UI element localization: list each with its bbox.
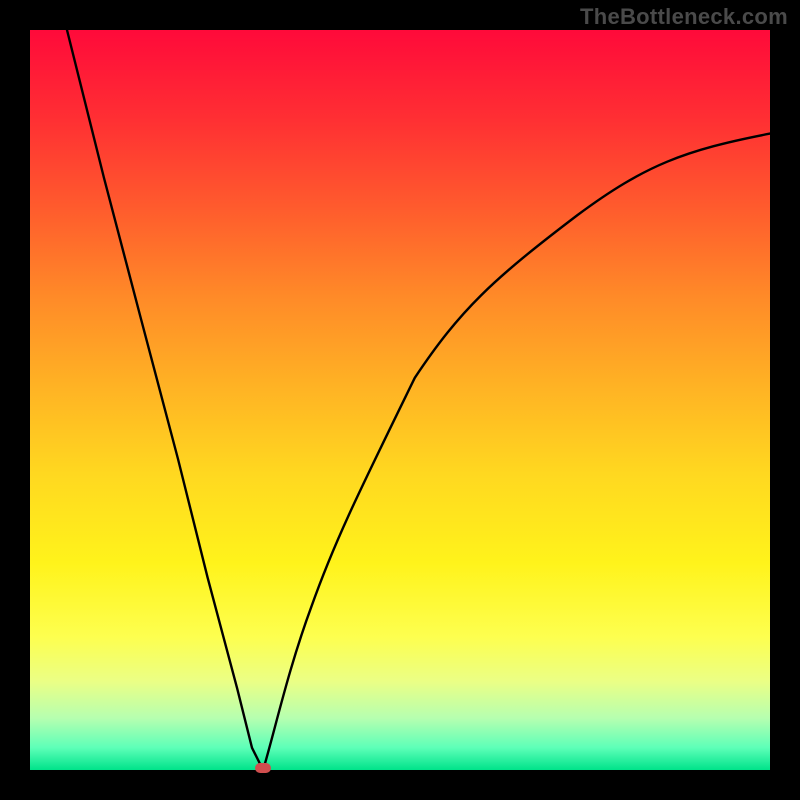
plot-area (30, 30, 770, 770)
chart-frame: TheBottleneck.com (0, 0, 800, 800)
watermark-text: TheBottleneck.com (580, 4, 788, 30)
curve-right-branch (263, 134, 770, 770)
minimum-marker (255, 763, 271, 773)
curve-left-branch (67, 30, 263, 770)
bottleneck-curve (30, 30, 770, 770)
